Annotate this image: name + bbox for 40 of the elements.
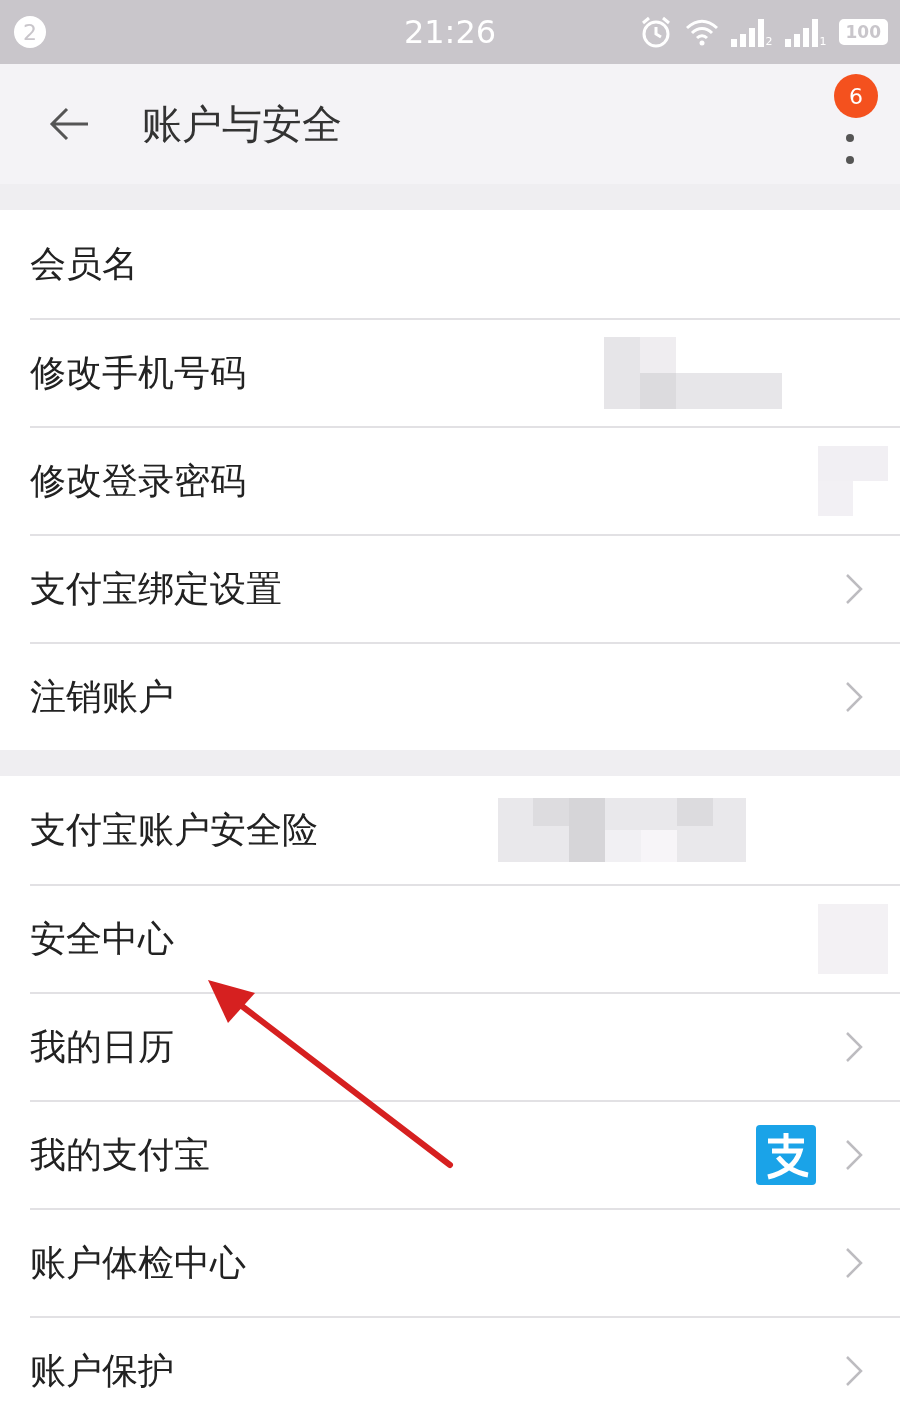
chevron-icon [844,572,864,606]
more-dots-icon [845,133,855,165]
settings-row[interactable]: 我的支付宝 [30,1100,900,1208]
signal-icon [730,19,765,47]
sim-number: 2 [765,36,773,47]
row-label: 修改登录密码 [30,458,246,503]
signal-icon [784,19,819,47]
settings-row[interactable]: 修改手机号码 [30,318,900,426]
sim-number: 1 [819,36,827,47]
chevron-icon [844,1030,864,1064]
row-label: 支付宝绑定设置 [30,566,282,611]
settings-row[interactable]: 支付宝账户安全险 [0,776,900,884]
settings-row[interactable]: 安全中心 [30,884,900,992]
row-label: 注销账户 [30,674,174,719]
chevron-icon [844,1246,864,1280]
row-label: 支付宝账户安全险 [30,807,318,852]
row-label: 会员名 [30,241,138,286]
row-label: 修改手机号码 [30,350,246,395]
clock-time: 21:26 [402,13,498,51]
page-title: 账户与安全 [142,99,342,149]
settings-row[interactable]: 注销账户 [30,642,900,750]
row-label: 我的日历 [30,1024,174,1069]
row-label: 账户保护 [30,1348,174,1393]
battery-level: 100 [838,19,888,45]
wifi-icon [684,18,719,46]
row-label: 账户体检中心 [30,1240,246,1285]
chevron-icon [844,1354,864,1388]
row-label: 我的支付宝 [30,1132,210,1177]
row-label: 安全中心 [30,916,174,961]
notification-badge: 6 [834,74,878,118]
chevron-icon [844,680,864,714]
notification-count: 2 [14,16,46,48]
back-arrow-icon [49,107,89,141]
chevron-icon [844,1138,864,1172]
settings-row[interactable]: 修改登录密码 [30,426,900,534]
settings-row[interactable]: 账户保护 [30,1316,900,1417]
alipay-logo-icon [756,1125,816,1185]
settings-row[interactable]: 支付宝绑定设置 [30,534,900,642]
settings-row[interactable]: 会员名 [0,210,900,318]
settings-row[interactable]: 账户体检中心 [30,1208,900,1316]
